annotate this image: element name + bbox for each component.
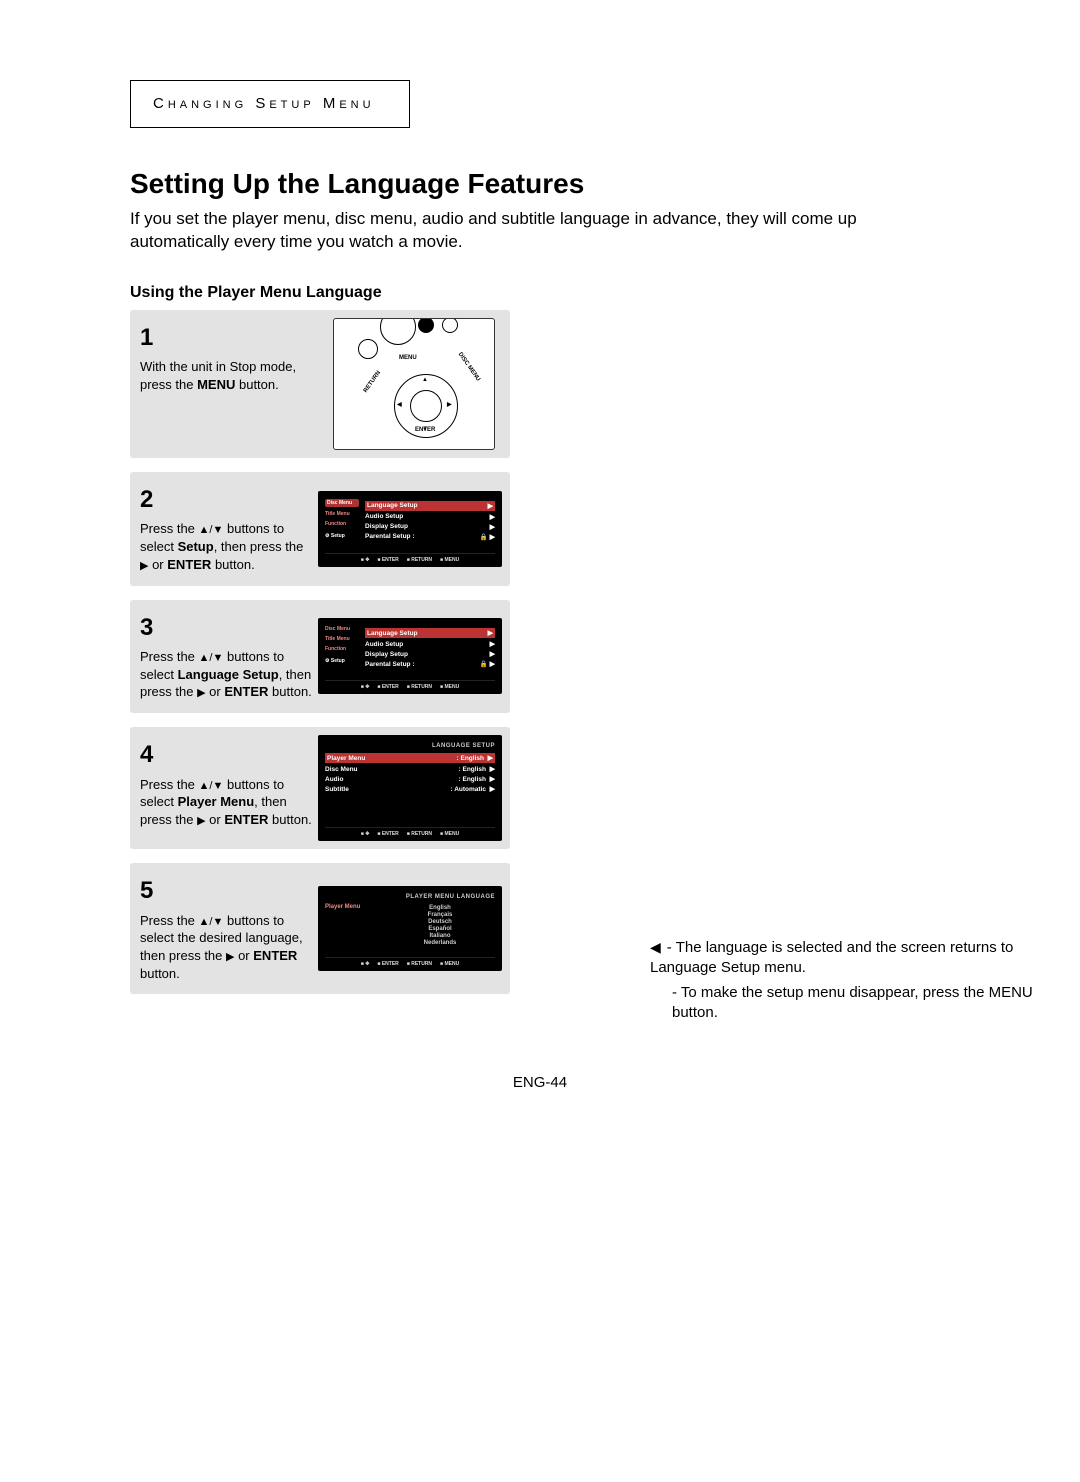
- step-3-text: Press the ▲/▼ buttons to select Language…: [140, 648, 312, 701]
- note-2: To make the setup menu disappear, press …: [672, 984, 1033, 1021]
- step-1-number: 1: [140, 322, 320, 354]
- step-1: 1 With the unit in Stop mode, press the …: [130, 310, 510, 458]
- note-arrow-icon: ◀: [650, 939, 661, 955]
- intro-paragraph: If you set the player menu, disc menu, a…: [130, 208, 950, 254]
- step-2: 2 Press the ▲/▼ buttons to select Setup,…: [130, 472, 510, 586]
- section-label: Changing Setup Menu: [130, 80, 410, 128]
- page-title: Setting Up the Language Features: [130, 168, 950, 200]
- step-2-number: 2: [140, 484, 312, 516]
- step-3-number: 3: [140, 612, 312, 644]
- step-2-text: Press the ▲/▼ buttons to select Setup, t…: [140, 520, 312, 573]
- remote-disc-label: DISC MENU: [457, 351, 481, 382]
- remote-illustration: MENU ENTER RETURN DISC MENU ▲ ▼ ◀ ▶: [333, 318, 495, 450]
- remote-menu-label: MENU: [399, 355, 417, 361]
- step-5: 5 Press the ▲/▼ buttons to select the de…: [130, 863, 510, 994]
- subheading: Using the Player Menu Language: [130, 284, 950, 302]
- side-notes: ◀- The language is selected and the scre…: [650, 938, 1050, 1027]
- step-4: 4 Press the ▲/▼ buttons to select Player…: [130, 727, 510, 849]
- osd-setup-menu-step3: Disc Menu Title Menu Function ⚙ Setup La…: [318, 618, 502, 694]
- note-1: The language is selected and the screen …: [650, 939, 1013, 976]
- osd-setup-menu-step2: Disc Menu Title Menu Function ⚙ Setup La…: [318, 491, 502, 567]
- section-label-text: Changing Setup Menu: [153, 95, 375, 112]
- remote-return-label: RETURN: [363, 370, 382, 394]
- step-4-number: 4: [140, 739, 312, 771]
- steps-column: 1 With the unit in Stop mode, press the …: [130, 310, 510, 994]
- page-number: ENG-44: [130, 1074, 950, 1091]
- osd-player-menu-language: PLAYER MENU LANGUAGE Player Menu English…: [318, 886, 502, 971]
- step-5-number: 5: [140, 875, 312, 907]
- step-4-text: Press the ▲/▼ buttons to select Player M…: [140, 776, 312, 829]
- step-1-text: With the unit in Stop mode, press the ME…: [140, 358, 320, 393]
- step-5-text: Press the ▲/▼ buttons to select the desi…: [140, 912, 312, 983]
- step-3: 3 Press the ▲/▼ buttons to select Langua…: [130, 600, 510, 714]
- osd-language-setup: LANGUAGE SETUP Player Menu: English ▶ Di…: [318, 735, 502, 841]
